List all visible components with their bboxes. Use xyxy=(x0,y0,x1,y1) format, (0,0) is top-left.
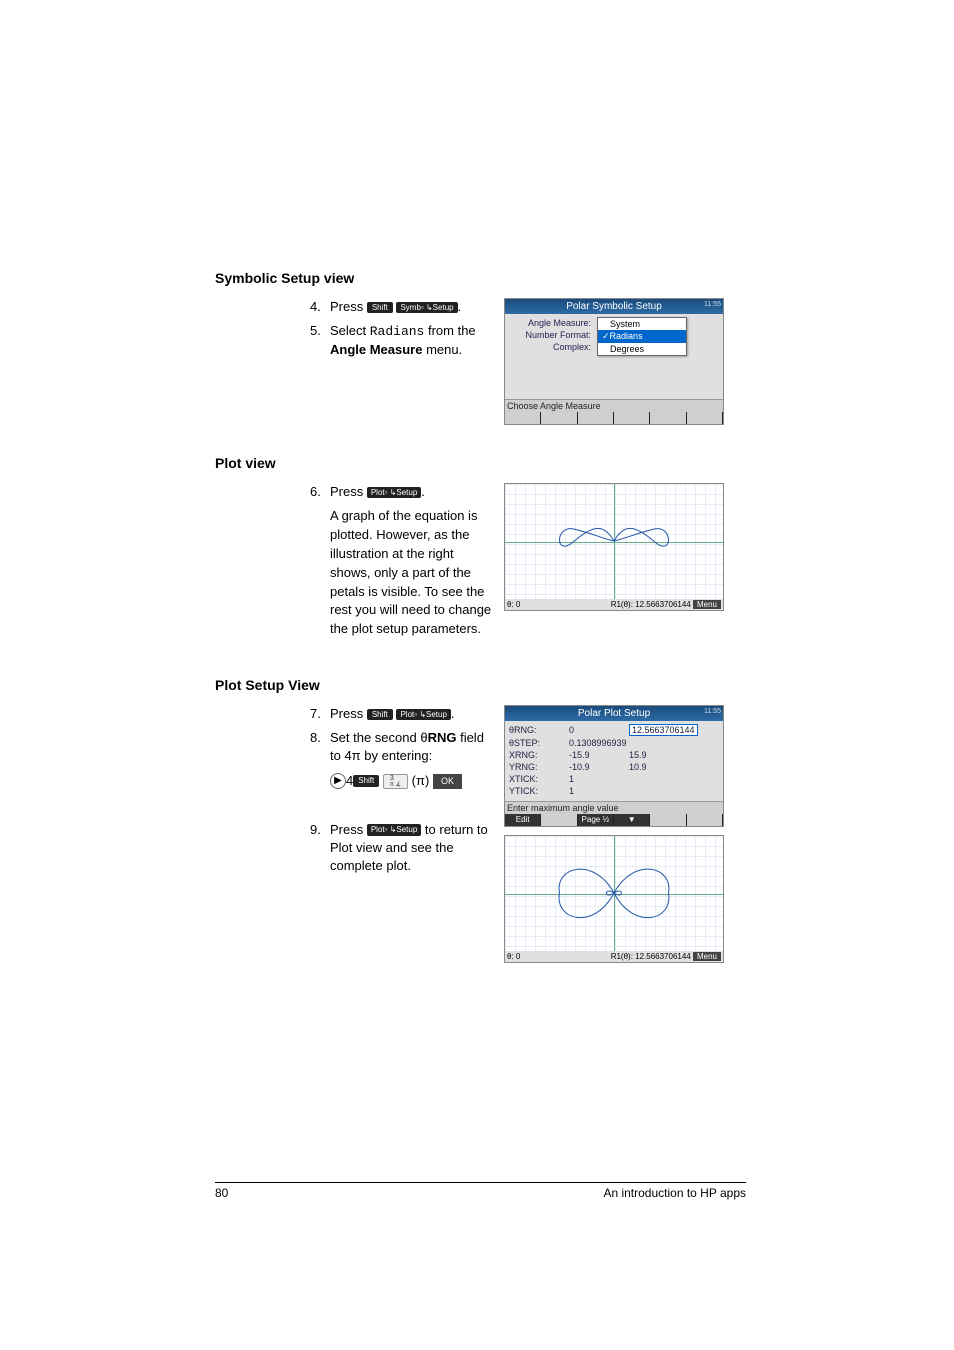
plot-key-2: Plot▫ ↳Setup xyxy=(396,709,450,721)
pps-r2-v2: 15.9 xyxy=(629,750,647,760)
three-key: 3π ∡ xyxy=(383,774,408,789)
page-footer: 80 An introduction to HP apps xyxy=(215,1182,746,1200)
symb-key: Symb▫ ↳Setup xyxy=(396,302,457,314)
dd-item-radians: ✓Radians xyxy=(598,330,686,343)
right-key: ▶ xyxy=(330,773,346,789)
step-7-num: 7. xyxy=(310,705,330,723)
pps-r4-v1: 1 xyxy=(569,774,629,784)
pps-r3-l: YRNG: xyxy=(509,762,569,772)
shot3-softkeys: Edit Page ½ ▼ xyxy=(505,814,723,826)
step-4-text: Press xyxy=(330,299,367,314)
pps-r4-l: XTICK: xyxy=(509,774,569,784)
step-5-pre: Select xyxy=(330,323,370,338)
heading-plot: Plot view xyxy=(215,455,746,471)
pps-r3-v1: -10.9 xyxy=(569,762,629,772)
step-4-num: 4. xyxy=(310,298,330,316)
pps-r2-v1: -15.9 xyxy=(569,750,629,760)
step-5-num: 5. xyxy=(310,322,330,359)
plot-key-3: Plot▫ ↳Setup xyxy=(367,824,421,836)
step-5-post: menu. xyxy=(422,342,462,357)
step-6-num: 6. xyxy=(310,483,330,501)
shot1-time: 11:55 xyxy=(704,301,721,308)
shot2-menu: Menu xyxy=(693,600,721,609)
step-6: 6. Press Plot▫ ↳Setup. xyxy=(310,483,496,501)
pps-r1-l: θSTEP: xyxy=(509,738,569,748)
pps-r0-l: θRNG: xyxy=(509,725,569,735)
sk-4 xyxy=(650,814,686,826)
pps-r0-v1: 0 xyxy=(569,725,629,735)
pps-r0-v2: 12.5663706144 xyxy=(629,724,698,736)
sk-down: ▼ xyxy=(614,814,650,826)
shot1-softkeys xyxy=(505,412,723,424)
step-9: 9. Press Plot▫ ↳Setup to return to Plot … xyxy=(310,821,496,876)
footer-title: An introduction to HP apps xyxy=(603,1186,746,1200)
step-7-text: Press xyxy=(330,706,367,721)
sk-1 xyxy=(541,814,577,826)
step-5-bold: Angle Measure xyxy=(330,342,422,357)
shot4-r: R1(θ): 12.5663706144 xyxy=(611,952,691,961)
ok-key: OK xyxy=(433,774,462,789)
shot1-dropdown: System ✓Radians Degrees xyxy=(597,317,687,356)
step-5-code: Radians xyxy=(370,324,425,339)
screenshot-plot-setup: Polar Plot Setup 11:55 θRNG:012.56637061… xyxy=(504,705,724,827)
heading-plot-setup: Plot Setup View xyxy=(215,677,746,693)
shot1-r1-label: Number Format: xyxy=(509,330,591,340)
sk-edit: Edit xyxy=(505,814,541,826)
sk-page: Page ½ xyxy=(578,814,614,826)
polar-curve-complete xyxy=(505,836,723,951)
step-8: 8. Set the second θRNG field to 4π by en… xyxy=(310,729,496,765)
plot-key: Plot▫ ↳Setup xyxy=(367,487,421,499)
shot1-r0-label: Angle Measure: xyxy=(509,318,591,328)
shot4-theta: θ: 0 xyxy=(507,952,520,961)
seq-4: 4 xyxy=(346,773,353,788)
pps-r5-l: YTICK: xyxy=(509,786,569,796)
step-4: 4. Press Shift Symb▫ ↳Setup. xyxy=(310,298,496,316)
shot3-title: Polar Plot Setup xyxy=(578,708,650,719)
shot3-time: 11:55 xyxy=(704,708,721,715)
shot2-r: R1(θ): 12.5663706144 xyxy=(611,600,691,609)
step-8-pre: Set the second θ xyxy=(330,730,428,745)
heading-symbolic: Symbolic Setup view xyxy=(215,270,746,286)
pps-r2-l: XRNG: xyxy=(509,750,569,760)
page-number: 80 xyxy=(215,1186,228,1200)
shot4-menu: Menu xyxy=(693,952,721,961)
step-8-sequence: ▶4Shift 3π ∡ (π) OK xyxy=(330,772,496,791)
shot1-title: Polar Symbolic Setup xyxy=(566,301,662,312)
dd-item-system: System xyxy=(598,318,686,330)
shift-key-2: Shift xyxy=(367,709,393,721)
step-9-num: 9. xyxy=(310,821,330,876)
sk-5 xyxy=(687,814,723,826)
pi-label: (π) xyxy=(412,773,430,788)
step-5-mid: from the xyxy=(424,323,475,338)
step-8-num: 8. xyxy=(310,729,330,765)
pps-r3-v2: 10.9 xyxy=(629,762,647,772)
polar-curve-partial xyxy=(505,484,723,599)
shot1-r2-label: Complex: xyxy=(509,342,591,352)
shot3-status: Enter maximum angle value xyxy=(505,801,723,814)
shot2-theta: θ: 0 xyxy=(507,600,520,609)
step-8-bold: RNG xyxy=(428,730,457,745)
step-5: 5. Select Radians from the Angle Measure… xyxy=(310,322,496,359)
shift-key-3: Shift xyxy=(353,775,379,787)
screenshot-plot-complete: θ: 0 R1(θ): 12.5663706144 Menu xyxy=(504,835,724,963)
step-7: 7. Press Shift Plot▫ ↳Setup. xyxy=(310,705,496,723)
shot1-status: Choose Angle Measure xyxy=(505,399,723,412)
screenshot-plot-partial: θ: 0 R1(θ): 12.5663706144 Menu xyxy=(504,483,724,611)
screenshot-symbolic-setup: Polar Symbolic Setup 11:55 Angle Measure… xyxy=(504,298,724,425)
dd-item-degrees: Degrees xyxy=(598,343,686,355)
step-6-text: Press xyxy=(330,484,367,499)
pps-r5-v1: 1 xyxy=(569,786,629,796)
step-6-para: A graph of the equation is plotted. Howe… xyxy=(330,507,496,639)
shift-key: Shift xyxy=(367,302,393,314)
pps-r1-v1: 0.1308996939 xyxy=(569,738,629,748)
step-9-pre: Press xyxy=(330,822,367,837)
